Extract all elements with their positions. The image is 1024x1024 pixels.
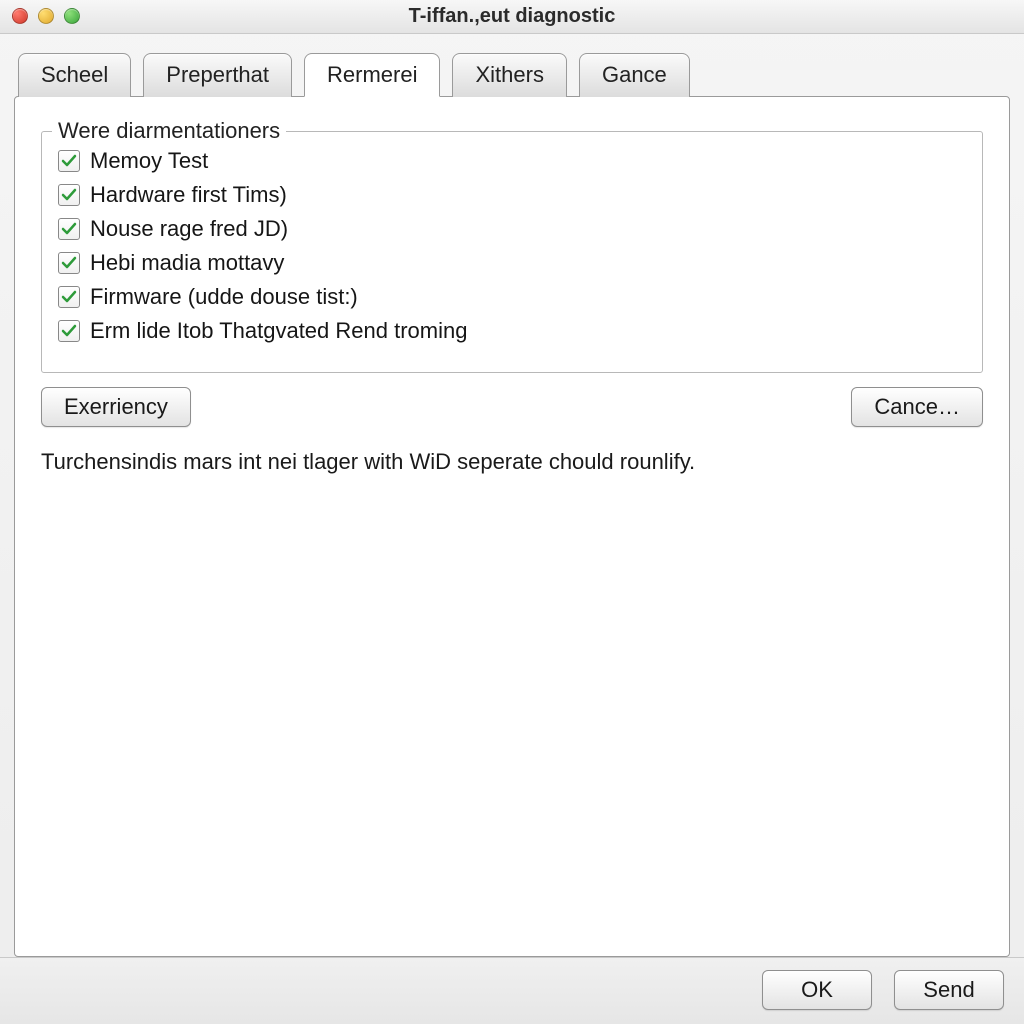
checkmark-icon xyxy=(61,153,77,169)
tab-bar: Scheel Preperthat Rermerei Xithers Gance xyxy=(14,52,1010,96)
check-label: Memoy Test xyxy=(90,148,208,174)
tab-gance[interactable]: Gance xyxy=(579,53,690,97)
checkbox-erm[interactable] xyxy=(58,320,80,342)
check-label: Hardware first Tims) xyxy=(90,182,287,208)
check-label: Firmware (udde douse tist:) xyxy=(90,284,358,310)
checkbox-hebi[interactable] xyxy=(58,252,80,274)
check-row: Memoy Test xyxy=(58,144,966,178)
tab-panel: Were diarmentationers Memoy Test Hardwar… xyxy=(14,96,1010,957)
check-label: Hebi madia mottavy xyxy=(90,250,284,276)
checkmark-icon xyxy=(61,289,77,305)
minimize-icon[interactable] xyxy=(38,8,54,24)
ok-button[interactable]: OK xyxy=(762,970,872,1010)
cancel-button[interactable]: Cance… xyxy=(851,387,983,427)
send-button[interactable]: Send xyxy=(894,970,1004,1010)
checkbox-nouse[interactable] xyxy=(58,218,80,240)
tab-rermerei[interactable]: Rermerei xyxy=(304,53,440,97)
check-row: Hebi madia mottavy xyxy=(58,246,966,280)
checkmark-icon xyxy=(61,323,77,339)
footer: OK Send xyxy=(0,957,1024,1024)
content-area: Scheel Preperthat Rermerei Xithers Gance… xyxy=(0,34,1024,957)
checkbox-firmware[interactable] xyxy=(58,286,80,308)
check-row: Firmware (udde douse tist:) xyxy=(58,280,966,314)
check-label: Erm lide Itob Thatgvated Rend troming xyxy=(90,318,467,344)
traffic-lights xyxy=(12,8,80,24)
checkmark-icon xyxy=(61,187,77,203)
checkmark-icon xyxy=(61,221,77,237)
checkbox-hardware[interactable] xyxy=(58,184,80,206)
titlebar: T-iffan.,eut diagnostic xyxy=(0,0,1024,34)
window: T-iffan.,eut diagnostic Scheel Prepertha… xyxy=(0,0,1024,1024)
tab-preperthat[interactable]: Preperthat xyxy=(143,53,292,97)
diagnostics-group: Were diarmentationers Memoy Test Hardwar… xyxy=(41,131,983,373)
window-title: T-iffan.,eut diagnostic xyxy=(0,5,1024,28)
checkbox-memory-test[interactable] xyxy=(58,150,80,172)
tab-scheel[interactable]: Scheel xyxy=(18,53,131,97)
exerriency-button[interactable]: Exerriency xyxy=(41,387,191,427)
close-icon[interactable] xyxy=(12,8,28,24)
check-label: Nouse rage fred JD) xyxy=(90,216,288,242)
check-row: Hardware first Tims) xyxy=(58,178,966,212)
group-title: Were diarmentationers xyxy=(52,118,286,144)
info-text: Turchensindis mars int nei tlager with W… xyxy=(41,449,983,475)
tab-xithers[interactable]: Xithers xyxy=(452,53,566,97)
zoom-icon[interactable] xyxy=(64,8,80,24)
checkmark-icon xyxy=(61,255,77,271)
check-row: Nouse rage fred JD) xyxy=(58,212,966,246)
check-row: Erm lide Itob Thatgvated Rend troming xyxy=(58,314,966,348)
button-row: Exerriency Cance… xyxy=(41,387,983,427)
